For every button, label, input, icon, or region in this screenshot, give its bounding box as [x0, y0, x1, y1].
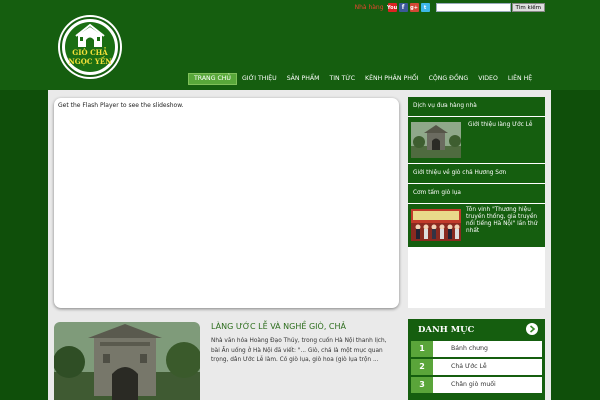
sidebar-item-uoc-le[interactable]: Giới thiệu làng Ước Lễ — [408, 117, 545, 164]
flash-player-message: Get the Flash Player to see the slidesho… — [58, 102, 184, 109]
nav-contact[interactable]: LIÊN HỆ — [503, 73, 537, 85]
sidebar-item-label: Cơm tấm giò lụa — [413, 190, 461, 196]
category-item-chan-gio-muoi[interactable]: 3 Chân giò muối — [411, 377, 542, 393]
restaurant-link[interactable]: Nhà hàng — [355, 4, 384, 11]
village-gate-icon — [75, 23, 105, 47]
uoc-le-gate-thumbnail[interactable] — [411, 122, 461, 158]
youtube-icon[interactable]: You — [387, 3, 397, 12]
nav-community[interactable]: CỘNG ĐỒNG — [424, 73, 474, 85]
category-label: Chả Ước Lễ — [451, 363, 487, 370]
category-title: DANH MỤC — [418, 325, 475, 335]
facebook-icon[interactable]: f — [398, 3, 408, 12]
article-excerpt: Nhà văn hóa Hoàng Đạo Thúy, trong cuốn H… — [211, 338, 387, 364]
main-content: Get the Flash Player to see the slidesho… — [48, 90, 551, 400]
category-label: Chân giò muối — [451, 381, 496, 388]
category-number: 1 — [411, 341, 433, 357]
search-input[interactable] — [435, 3, 511, 12]
top-utility-bar: Nhà hàng You f g+ t Tìm kiếm — [355, 2, 545, 13]
sidebar-item-label: Tôn vinh "Thương hiệu truyền thống, gia … — [466, 207, 538, 234]
sidebar-item-label: Dịch vụ đưa hàng nhà — [413, 103, 477, 109]
category-item-banh-chung[interactable]: 1 Bánh chưng — [411, 341, 542, 357]
site-header: GIÒ CHẢ NGỌC YẾN Nhà hàng You f g+ t Tìm… — [0, 0, 600, 90]
sidebar-item-delivery[interactable]: Dịch vụ đưa hàng nhà — [408, 97, 545, 117]
nav-news[interactable]: TIN TỨC — [324, 73, 360, 85]
sidebar-item-label: Giới thiệu làng Ước Lễ — [468, 122, 533, 128]
main-navigation: TRANG CHỦ GIỚI THIỆU SẢN PHẨM TIN TỨC KÊ… — [188, 73, 537, 85]
ceremony-thumbnail[interactable] — [411, 209, 461, 241]
nav-distribution[interactable]: KÊNH PHÂN PHỐI — [360, 73, 424, 85]
nav-products[interactable]: SẢN PHẨM — [282, 73, 325, 85]
article-thumbnail[interactable] — [54, 322, 200, 400]
category-label: Bánh chưng — [451, 345, 488, 352]
nav-about[interactable]: GIỚI THIỆU — [237, 73, 282, 85]
logo-text-line2: NGỌC YẾN — [68, 57, 112, 66]
nav-video[interactable]: VIDEO — [473, 73, 503, 85]
sidebar-item-com-tam[interactable]: Cơm tấm giò lụa — [408, 184, 545, 204]
search-button[interactable]: Tìm kiếm — [511, 3, 545, 12]
sidebar-item-label: Giới thiệu về giò chả Hương Sơn — [413, 170, 507, 176]
category-item-cha-uoc-le[interactable]: 2 Chả Ước Lễ — [411, 359, 542, 375]
site-logo[interactable]: GIÒ CHẢ NGỌC YẾN — [60, 17, 120, 77]
category-panel: DANH MỤC 1 Bánh chưng 2 Chả Ước Lễ 3 Châ… — [408, 319, 545, 400]
google-plus-icon[interactable]: g+ — [409, 3, 419, 12]
slideshow-panel[interactable]: Get the Flash Player to see the slidesho… — [54, 98, 399, 308]
category-number: 2 — [411, 359, 433, 375]
sidebar-item-honor[interactable]: Tôn vinh "Thương hiệu truyền thống, gia … — [408, 204, 545, 248]
logo-text-line1: GIÒ CHẢ — [72, 48, 108, 57]
featured-article: LÀNG ƯỚC LỄ VÀ NGHỀ GIÒ, CHẢ Nhà văn hóa… — [54, 322, 399, 400]
nav-home[interactable]: TRANG CHỦ — [188, 73, 237, 85]
chevron-right-icon[interactable] — [526, 323, 538, 335]
sidebar-item-huong-son[interactable]: Giới thiệu về giò chả Hương Sơn — [408, 164, 545, 184]
article-title[interactable]: LÀNG ƯỚC LỄ VÀ NGHỀ GIÒ, CHẢ — [211, 322, 346, 331]
twitter-icon[interactable]: t — [420, 3, 430, 12]
category-number: 3 — [411, 377, 433, 393]
news-sidebar: Dịch vụ đưa hàng nhà Giới thiệu làng Ước… — [408, 97, 545, 308]
